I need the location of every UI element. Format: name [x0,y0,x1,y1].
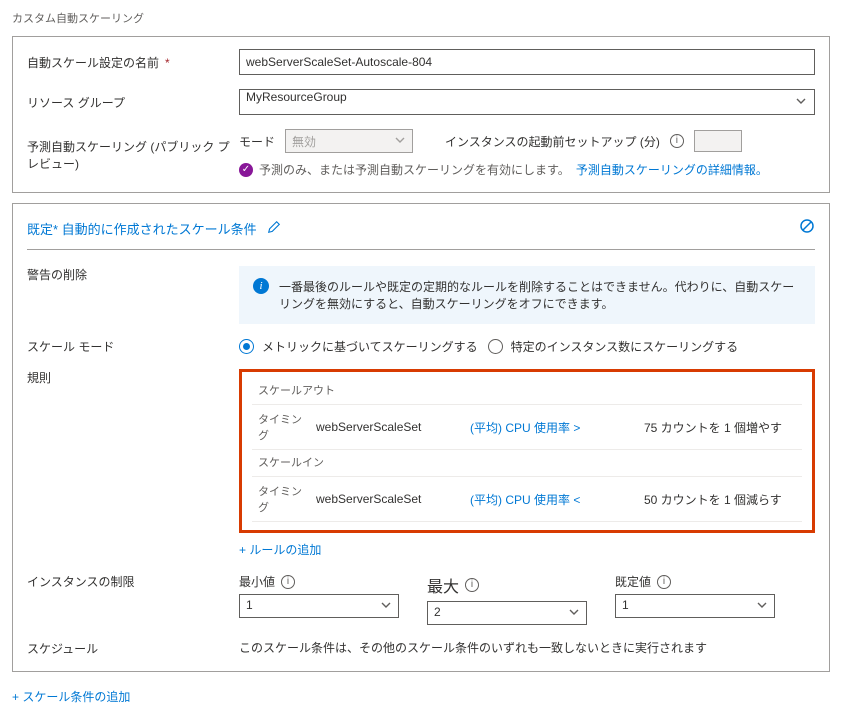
autoscale-name-label: 自動スケール設定の名前* [27,54,239,71]
rules-label: 規則 [27,369,239,386]
radio-scale-fixed[interactable] [488,339,503,354]
rule-out-metric: (平均) CPU 使用率 > [470,419,640,436]
radio-scale-by-metric-label: メトリックに基づいてスケーリングする [262,338,478,355]
schedule-label: スケジュール [27,640,239,657]
warning-icon: ✓ [239,163,253,177]
timing-label: タイミング [258,411,312,443]
chevron-down-icon [394,134,406,149]
max-select[interactable]: 2 [427,601,587,625]
scale-in-rule[interactable]: タイミング webServerScaleSet (平均) CPU 使用率 < 5… [252,476,802,522]
chevron-down-icon [568,606,580,621]
scale-in-heading: スケールイン [252,450,802,476]
resource-group-label: リソース グループ [27,94,239,111]
chevron-down-icon [756,599,768,614]
add-rule-link[interactable]: + ルールの追加 [239,541,321,558]
rules-box: スケールアウト タイミング webServerScaleSet (平均) CPU… [239,369,815,533]
disable-icon[interactable] [799,218,815,239]
delete-warning-label: 警告の削除 [27,266,239,283]
predictive-warning-text: 予測のみ、または予測自動スケーリングを有効にします。 [259,161,570,178]
rule-in-target: webServerScaleSet [316,492,466,506]
default-select[interactable]: 1 [615,594,775,618]
prelaunch-setup-label: インスタンスの起動前セットアップ (分) [445,133,660,150]
scale-out-heading: スケールアウト [252,378,802,404]
rule-out-target: webServerScaleSet [316,420,466,434]
info-icon[interactable]: i [670,134,684,148]
min-label: 最小値 [239,573,275,590]
add-scale-condition-link[interactable]: + スケール条件の追加 [12,688,130,705]
predictive-info-link[interactable]: 予測自動スケーリングの詳細情報。 [576,161,768,178]
instance-limits-label: インスタンスの制限 [27,573,239,590]
rule-out-condition: 75 カウントを 1 個増やす [644,419,796,436]
condition-title: 既定* 自動的に作成されたスケール条件 [27,219,257,238]
schedule-text: このスケール条件は、その他のスケール条件のいずれも一致しないときに実行されます [239,641,707,655]
info-icon[interactable]: i [465,578,479,592]
min-select[interactable]: 1 [239,594,399,618]
autoscale-name-input[interactable] [239,49,815,75]
scale-condition-group: 既定* 自動的に作成されたスケール条件 警告の削除 i 一番最後のルールや既定の… [12,203,830,672]
scale-mode-label: スケール モード [27,338,239,355]
timing-label: タイミング [258,483,312,515]
scale-out-rule[interactable]: タイミング webServerScaleSet (平均) CPU 使用率 > 7… [252,404,802,450]
default-label: 既定値 [615,573,651,590]
prelaunch-setup-input[interactable] [694,130,742,152]
info-icon[interactable]: i [657,575,671,589]
radio-scale-fixed-label: 特定のインスタンス数にスケーリングする [511,338,739,355]
info-icon[interactable]: i [281,575,295,589]
edit-icon[interactable] [267,220,281,237]
rule-in-metric: (平均) CPU 使用率 < [470,491,640,508]
chevron-down-icon [380,599,392,614]
predictive-autoscale-label: 予測自動スケーリング (パブリック プレビュー) [27,136,239,172]
resource-group-select[interactable]: MyResourceGroup [239,89,815,115]
max-label: 最大 [427,573,459,597]
settings-group: 自動スケール設定の名前* リソース グループ MyResourceGroup 予… [12,36,830,193]
mode-label: モード [239,133,275,150]
info-icon: i [253,278,269,294]
delete-warning-banner: i 一番最後のルールや既定の定期的なルールを削除することはできません。代わりに、… [239,266,815,324]
mode-select[interactable]: 無効 [285,129,413,153]
page-title: カスタム自動スケーリング [12,10,830,26]
radio-scale-by-metric[interactable] [239,339,254,354]
rule-in-condition: 50 カウントを 1 個減らす [644,491,796,508]
